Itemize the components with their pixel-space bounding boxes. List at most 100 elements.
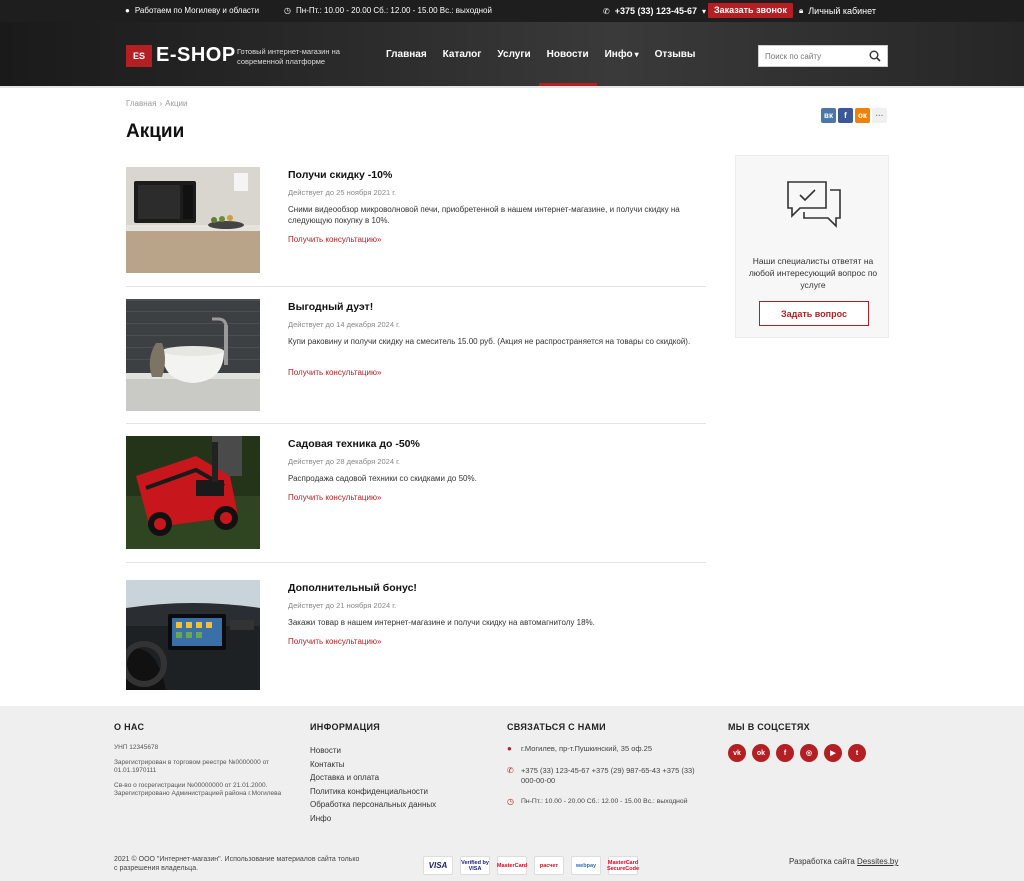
youtube-icon[interactable]: ▶	[824, 744, 842, 762]
footer-about: О НАС УНП 12345678 Зарегистрирован в тор…	[114, 722, 294, 799]
promo-consult-link[interactable]: Получить консультацию»	[288, 368, 381, 377]
phone-dropdown[interactable]: ✆ +375 (33) 123-45-67 ▾	[603, 6, 706, 16]
footer-contact-title: СВЯЗАТЬСЯ С НАМИ	[507, 722, 606, 732]
nav-info-label: Инфо	[604, 48, 633, 60]
nav-catalog[interactable]: Каталог	[435, 22, 490, 86]
footer-unp: УНП 12345678	[114, 744, 159, 751]
footer-link-personal-data[interactable]: Обработка персональных данных	[310, 798, 490, 812]
promo-image-sink[interactable]	[126, 299, 260, 411]
share-vk-button[interactable]: вк	[821, 108, 836, 123]
breadcrumb-home[interactable]: Главная	[126, 99, 156, 108]
logo-badge: ES	[126, 44, 152, 67]
promo-date: Действует до 25 ноября 2021 г.	[288, 188, 397, 197]
developer-link[interactable]: Dessites.by	[857, 857, 898, 866]
search-icon[interactable]	[869, 50, 881, 62]
ask-question-widget: Наши специалисты ответят на любой интере…	[735, 155, 889, 338]
twitter-icon[interactable]: t	[848, 744, 866, 762]
webpay-logo: webpay	[571, 856, 601, 875]
promo-item: Дополнительный бонус! Действует до 21 но…	[126, 580, 706, 690]
promo-consult-link[interactable]: Получить консультацию»	[288, 235, 381, 244]
promo-item: Садовая техника до -50% Действует до 28 …	[126, 436, 706, 549]
lock-icon: 🔒︎	[799, 6, 804, 15]
footer-address: г.Могилев, пр-т.Пушкинский, 35 оф.25	[521, 744, 652, 753]
promo-title[interactable]: Дополнительный бонус!	[288, 582, 417, 594]
footer-social-title: МЫ В СОЦСЕТЯХ	[728, 722, 810, 732]
share-more-button[interactable]: ···	[872, 108, 887, 123]
hours-text: Пн-Пт.: 10.00 - 20.00 Сб.: 12.00 - 15.00…	[295, 6, 492, 15]
logo[interactable]: ES E-SHOP	[126, 44, 236, 67]
top-bar: ● Работаем по Могилеву и области ◷ Пн-Пт…	[0, 0, 1024, 22]
promo-consult-link[interactable]: Получить консультацию»	[288, 493, 381, 502]
footer-link-privacy[interactable]: Политика конфиденциальности	[310, 785, 490, 799]
promo-consult-link[interactable]: Получить консультацию»	[288, 637, 381, 646]
developer-prefix: Разработка сайта	[789, 857, 858, 866]
footer-link-delivery[interactable]: Доставка и оплата	[310, 771, 490, 785]
site-header: ES E-SHOP Готовый интернет-магазин на со…	[0, 22, 1024, 88]
promo-image-lawnmower[interactable]	[126, 436, 260, 549]
mastercard-logo: MasterCard	[497, 856, 527, 875]
nav-news[interactable]: Новости	[538, 22, 597, 86]
clock-icon: ◷	[507, 797, 514, 806]
promo-description: Распродажа садовой техники со скидками д…	[288, 474, 477, 483]
promo-date: Действует до 21 ноября 2024 г.	[288, 601, 397, 610]
footer-link-info[interactable]: Инфо	[310, 812, 490, 826]
logo-text: E-SHOP	[156, 44, 236, 66]
nav-services[interactable]: Услуги	[489, 22, 538, 86]
visa-logo: VISA	[423, 856, 453, 875]
promo-item: Выгодный дуэт! Действует до 14 декабря 2…	[126, 299, 706, 411]
facebook-icon[interactable]: f	[776, 744, 794, 762]
logo-tagline: Готовый интернет-магазин на современной …	[237, 47, 340, 66]
footer-certificate: Св-во о госрегистрации №00000000 от 21.0…	[114, 781, 282, 798]
promo-title[interactable]: Садовая техника до -50%	[288, 438, 420, 450]
odnoklassniki-icon[interactable]: ok	[752, 744, 770, 762]
chat-bubbles-icon	[787, 181, 841, 228]
cabinet-link[interactable]: 🔒︎ Личный кабинет	[799, 6, 876, 16]
ask-question-button[interactable]: Задать вопрос	[759, 301, 869, 326]
divider	[126, 562, 706, 563]
promo-description: Купи раковину и получи скидку на смесите…	[288, 337, 691, 346]
footer-social: МЫ В СОЦСЕТЯХ vk ok f ◎ ▶ t	[728, 722, 908, 762]
location-pin-icon: ●	[125, 6, 130, 15]
copyright: 2021 © ООО "Интернет-магазин". Использов…	[114, 856, 360, 872]
widget-text: Наши специалисты ответят на любой интере…	[748, 256, 878, 290]
nav-home[interactable]: Главная	[378, 22, 435, 86]
breadcrumb-separator: ›	[159, 99, 163, 108]
raschet-logo: расчет	[534, 856, 564, 875]
promo-date: Действует до 14 декабря 2024 г.	[288, 320, 400, 329]
vk-icon[interactable]: vk	[728, 744, 746, 762]
share-ok-button[interactable]: ок	[855, 108, 870, 123]
search-box	[758, 45, 888, 67]
instagram-icon[interactable]: ◎	[800, 744, 818, 762]
main-nav: Главная Каталог Услуги Новости Инфо ▾ От…	[378, 22, 703, 86]
nav-info[interactable]: Инфо ▾	[597, 22, 647, 86]
clock-icon: ◷	[284, 6, 291, 15]
verified-by-visa-logo: Verified by VISA	[460, 856, 490, 875]
promo-description: Закажи товар в нашем интернет-магазине и…	[288, 618, 595, 627]
promo-title[interactable]: Получи скидку -10%	[288, 169, 392, 181]
footer-registry: Зарегистрирован в торговом реестре №0000…	[114, 758, 270, 775]
promo-title[interactable]: Выгодный дуэт!	[288, 301, 373, 313]
footer-info-title: ИНФОРМАЦИЯ	[310, 722, 381, 732]
promo-image-microwave[interactable]	[126, 167, 260, 273]
footer-link-news[interactable]: Новости	[310, 744, 490, 758]
promo-description: Сними видеообзор микроволновой печи, при…	[288, 205, 680, 225]
search-input[interactable]	[759, 46, 864, 66]
phone-icon: ✆	[507, 766, 514, 775]
chevron-down-icon: ▾	[634, 49, 639, 59]
location-pin-icon: ●	[507, 744, 512, 753]
breadcrumb: Главная › Акции	[126, 99, 187, 108]
share-facebook-button[interactable]: f	[838, 108, 853, 123]
footer-link-contacts[interactable]: Контакты	[310, 758, 490, 772]
divider	[126, 286, 706, 287]
callback-button[interactable]: Заказать звонок	[708, 3, 793, 18]
promo-image-car-radio[interactable]	[126, 580, 260, 690]
mastercard-securecode-logo: MasterCard SecureCode	[607, 856, 639, 875]
nav-reviews[interactable]: Отзывы	[647, 22, 704, 86]
footer-phones[interactable]: +375 (33) 123-45-67 +375 (29) 987-65-43 …	[521, 766, 707, 786]
region-text: Работаем по Могилеву и области	[134, 6, 260, 15]
developer-credit: Разработка сайта Dessites.by	[789, 857, 898, 866]
page-title: Акции	[126, 121, 185, 142]
hours-info: ◷ Пн-Пт.: 10.00 - 20.00 Сб.: 12.00 - 15.…	[284, 6, 492, 15]
phone-number: +375 (33) 123-45-67	[614, 6, 698, 16]
footer-info: ИНФОРМАЦИЯ Новости Контакты Доставка и о…	[310, 722, 490, 825]
